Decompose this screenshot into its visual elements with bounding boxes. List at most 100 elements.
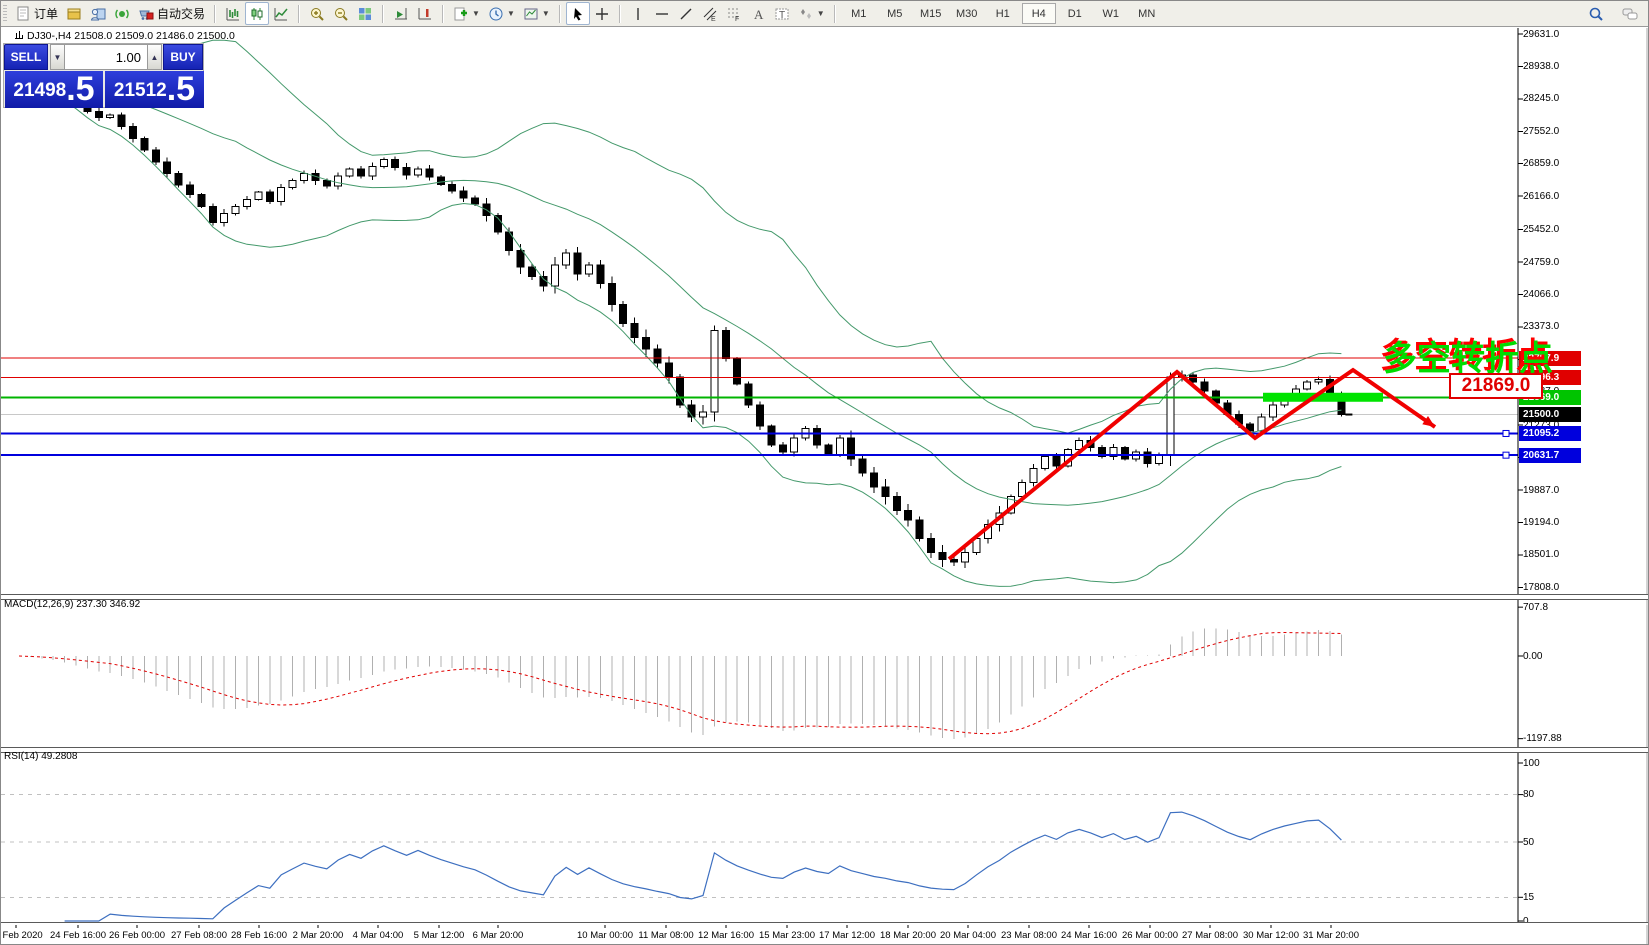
chart-canvas[interactable] xyxy=(1,1,1649,945)
bull-candle xyxy=(369,166,376,175)
bull-candle xyxy=(791,438,798,452)
bear-candle xyxy=(266,192,273,201)
time-label: 4 Mar 04:00 xyxy=(353,930,404,941)
time-label: 24 Feb 16:00 xyxy=(50,930,106,941)
bull-candle xyxy=(221,213,228,222)
bull-candle xyxy=(586,265,593,274)
bear-candle xyxy=(631,323,638,337)
one-click-trade-panel: SELL ▼ 1.00 ▲ BUY 21498.5 21512.5 xyxy=(3,43,204,108)
bull-candle xyxy=(1304,382,1311,389)
bear-candle xyxy=(164,162,171,174)
bull-candle xyxy=(301,174,308,181)
volume-increase-button[interactable]: ▲ xyxy=(147,44,162,70)
bear-candle xyxy=(187,185,194,194)
bull-candle xyxy=(107,115,114,117)
time-axis[interactable]: 21 Feb 202024 Feb 16:0026 Feb 00:0027 Fe… xyxy=(1,929,1649,945)
time-label: 27 Mar 08:00 xyxy=(1182,930,1238,941)
bear-candle xyxy=(437,177,444,184)
bear-candle xyxy=(608,283,615,304)
bear-candle xyxy=(939,553,946,560)
bull-candle xyxy=(1019,482,1026,496)
price-tick-label: 28938.0 xyxy=(1523,61,1593,72)
bear-candle xyxy=(665,363,672,377)
bear-candle xyxy=(779,445,786,452)
time-label: 15 Mar 23:00 xyxy=(759,930,815,941)
bear-candle xyxy=(722,330,729,358)
bull-candle xyxy=(962,553,969,562)
price-tick-label: 28245.0 xyxy=(1523,93,1593,104)
bear-candle xyxy=(677,377,684,405)
rsi-tick-label: 15 xyxy=(1523,892,1593,903)
chart-overlays xyxy=(16,28,1647,945)
bull-candle xyxy=(278,188,285,202)
volume-input[interactable]: 1.00 xyxy=(65,44,147,70)
bear-candle xyxy=(574,253,581,274)
bollinger-middle-band xyxy=(30,69,1341,505)
bear-candle xyxy=(403,167,410,174)
price-callout-label[interactable]: 21869.0 xyxy=(1449,373,1543,399)
price-tag-21500.0: 21500.0 xyxy=(1519,407,1581,422)
rsi-indicator-label: RSI(14) 49.2808 xyxy=(4,751,77,762)
sell-price[interactable]: 21498.5 xyxy=(5,71,103,108)
price-tick-label: 25452.0 xyxy=(1523,224,1593,235)
bear-candle xyxy=(358,169,365,176)
bear-candle xyxy=(882,487,889,496)
pane-divider-rsi[interactable] xyxy=(1,747,1649,753)
time-label: 17 Mar 12:00 xyxy=(819,930,875,941)
pane-divider-macd[interactable] xyxy=(1,594,1649,600)
bear-candle xyxy=(175,174,182,186)
time-label: 12 Mar 16:00 xyxy=(698,930,754,941)
time-label: 31 Mar 20:00 xyxy=(1303,930,1359,941)
bear-candle xyxy=(916,520,923,539)
bear-candle xyxy=(517,251,524,267)
time-label: 5 Mar 12:00 xyxy=(414,930,465,941)
bollinger-lower-band xyxy=(30,76,1341,586)
bear-candle xyxy=(825,445,832,454)
bear-candle xyxy=(871,473,878,487)
bull-candle xyxy=(711,330,718,412)
bear-candle xyxy=(768,426,775,445)
bear-candle xyxy=(814,429,821,445)
rsi-line xyxy=(65,812,1342,921)
bull-candle xyxy=(415,169,422,175)
bull-candle xyxy=(289,181,296,188)
bull-candle xyxy=(551,265,558,286)
price-tick-label: 17808.0 xyxy=(1523,582,1593,593)
macd-indicator-label: MACD(12,26,9) 237.30 346.92 xyxy=(4,599,140,610)
line-handle[interactable] xyxy=(1503,452,1509,458)
bear-candle xyxy=(928,539,935,553)
bear-candle xyxy=(1190,375,1197,382)
bear-candle xyxy=(859,459,866,473)
buy-price-pips: .5 xyxy=(167,72,195,106)
bear-candle xyxy=(1144,452,1151,464)
bear-candle xyxy=(745,384,752,405)
bear-candle xyxy=(1201,382,1208,391)
volume-decrease-button[interactable]: ▼ xyxy=(50,44,65,70)
bull-candle xyxy=(563,253,570,265)
sell-button[interactable]: SELL xyxy=(4,44,48,70)
bull-candle xyxy=(335,176,342,186)
bear-candle xyxy=(1121,447,1128,459)
line-handle[interactable] xyxy=(1503,430,1509,436)
time-label: 28 Feb 16:00 xyxy=(231,930,287,941)
time-label: 18 Mar 20:00 xyxy=(880,930,936,941)
highlight-segment[interactable] xyxy=(1263,393,1383,402)
bear-candle xyxy=(209,206,216,222)
sell-price-main: 21498 xyxy=(13,76,66,106)
macd-tick-label: -1197.88 xyxy=(1523,733,1593,744)
symbol-ohlc-header: DJ30-,H4 21508.0 21509.0 21486.0 21500.0 xyxy=(15,30,235,42)
bull-candle xyxy=(244,199,251,206)
price-tick-label: 26166.0 xyxy=(1523,191,1593,202)
price-tick-label: 27552.0 xyxy=(1523,126,1593,137)
macd-tick-label: 707.8 xyxy=(1523,602,1593,613)
bear-candle xyxy=(654,349,661,363)
price-tick-label: 19194.0 xyxy=(1523,517,1593,528)
macd-pane xyxy=(19,628,1341,739)
trading-platform-window: 订单自动交易▼▼▼EFAT▼M1M5M15M30H1H4D1W1MN DJ30-… xyxy=(0,0,1649,945)
buy-button[interactable]: BUY xyxy=(163,44,203,70)
buy-price[interactable]: 21512.5 xyxy=(105,71,204,108)
time-label: 2 Mar 20:00 xyxy=(293,930,344,941)
bear-candle xyxy=(905,510,912,519)
rsi-tick-label: 80 xyxy=(1523,789,1593,800)
price-tick-label: 26859.0 xyxy=(1523,158,1593,169)
